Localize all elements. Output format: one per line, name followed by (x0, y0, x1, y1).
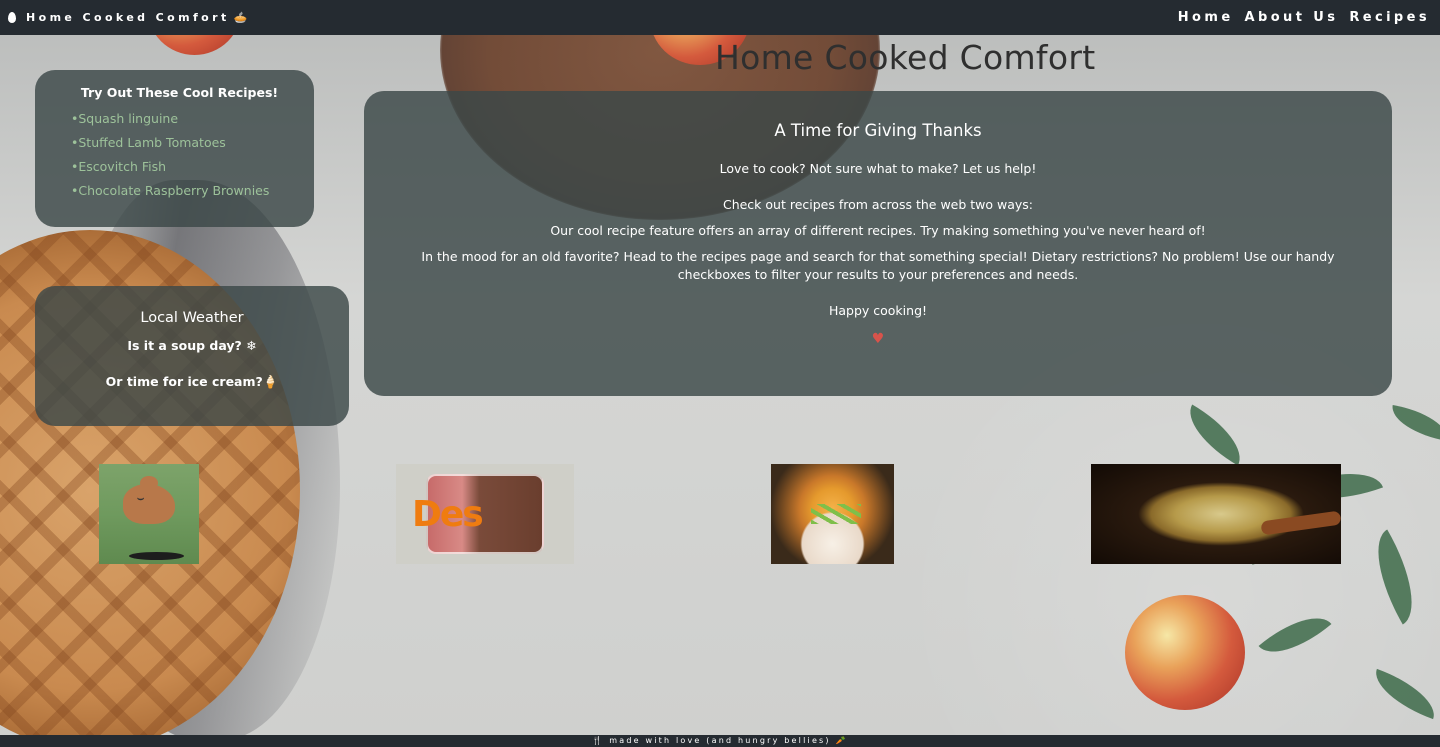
leaf-image (1388, 404, 1440, 442)
weather-ice-cream-line: Or time for ice cream?🍦 (105, 374, 279, 389)
recipe-link-squash-linguine[interactable]: Squash linguine (71, 107, 294, 131)
recipe-link-chocolate-raspberry-brownies[interactable]: Chocolate Raspberry Brownies (71, 179, 294, 203)
local-weather-card: Local Weather Is it a soup day? ❄ Or tim… (35, 286, 349, 426)
nachos-category-tile[interactable] (771, 464, 894, 564)
dessert-overlay-text: Des (412, 494, 484, 535)
top-navbar: Home Cooked Comfort 🥧 Home About Us Reci… (0, 0, 1440, 35)
brand-name: Home Cooked Comfort (26, 11, 230, 24)
featured-recipes-title: Try Out These Cool Recipes! (80, 85, 279, 100)
welcome-happy-cooking: Happy cooking! (828, 303, 928, 318)
shadow-shape (129, 552, 184, 560)
nav-links: Home About Us Recipes (1178, 10, 1430, 25)
nav-link-home[interactable]: Home (1178, 10, 1234, 25)
welcome-intro: Love to cook? Not sure what to make? Let… (719, 161, 1037, 176)
smile-glyph: ⌣ (137, 492, 147, 505)
welcome-card: A Time for Giving Thanks Love to cook? N… (364, 91, 1392, 396)
nav-link-about-us[interactable]: About Us (1245, 10, 1339, 25)
leaf-image (1357, 529, 1433, 625)
leaf-image (1258, 601, 1332, 669)
featured-recipes-list: Squash linguine Stuffed Lamb Tomatoes Es… (55, 107, 294, 203)
weather-title: Local Weather (140, 310, 244, 326)
pie-icon: 🥧 (233, 11, 248, 24)
footer: 🍴 made with love (and hungry bellies) 🥕 (0, 735, 1440, 747)
page-title: Home Cooked Comfort (715, 38, 1096, 77)
welcome-old-favorite: In the mood for an old favorite? Head to… (421, 249, 1335, 282)
garnish-shape (811, 504, 861, 524)
cartoon-character-image (123, 476, 175, 524)
drop-icon (8, 12, 16, 23)
welcome-two-ways: Check out recipes from across the web tw… (722, 197, 1034, 212)
soup-category-tile[interactable] (1091, 464, 1341, 564)
footer-text: 🍴 made with love (and hungry bellies) 🥕 (592, 736, 848, 745)
brand-link[interactable]: Home Cooked Comfort 🥧 (8, 11, 247, 24)
wooden-spoon-image (1260, 510, 1341, 536)
leaf-image (1177, 404, 1253, 466)
recipe-link-stuffed-lamb-tomatoes[interactable]: Stuffed Lamb Tomatoes (71, 131, 294, 155)
featured-recipes-card: Try Out These Cool Recipes! Squash lingu… (35, 70, 314, 227)
apple-image (1125, 595, 1245, 710)
welcome-title: A Time for Giving Thanks (774, 121, 982, 140)
weather-soup-line: Is it a soup day? ❄ (127, 338, 257, 353)
nav-link-recipes[interactable]: Recipes (1349, 10, 1430, 25)
welcome-cool-recipe: Our cool recipe feature offers an array … (550, 223, 1206, 238)
leaf-image (1367, 668, 1440, 720)
recipe-link-escovitch-fish[interactable]: Escovitch Fish (71, 155, 294, 179)
dessert-category-tile[interactable]: Des (396, 464, 574, 564)
heart-icon: ♥ (871, 331, 885, 347)
animated-gif-tile[interactable]: ⌣ (99, 464, 199, 564)
